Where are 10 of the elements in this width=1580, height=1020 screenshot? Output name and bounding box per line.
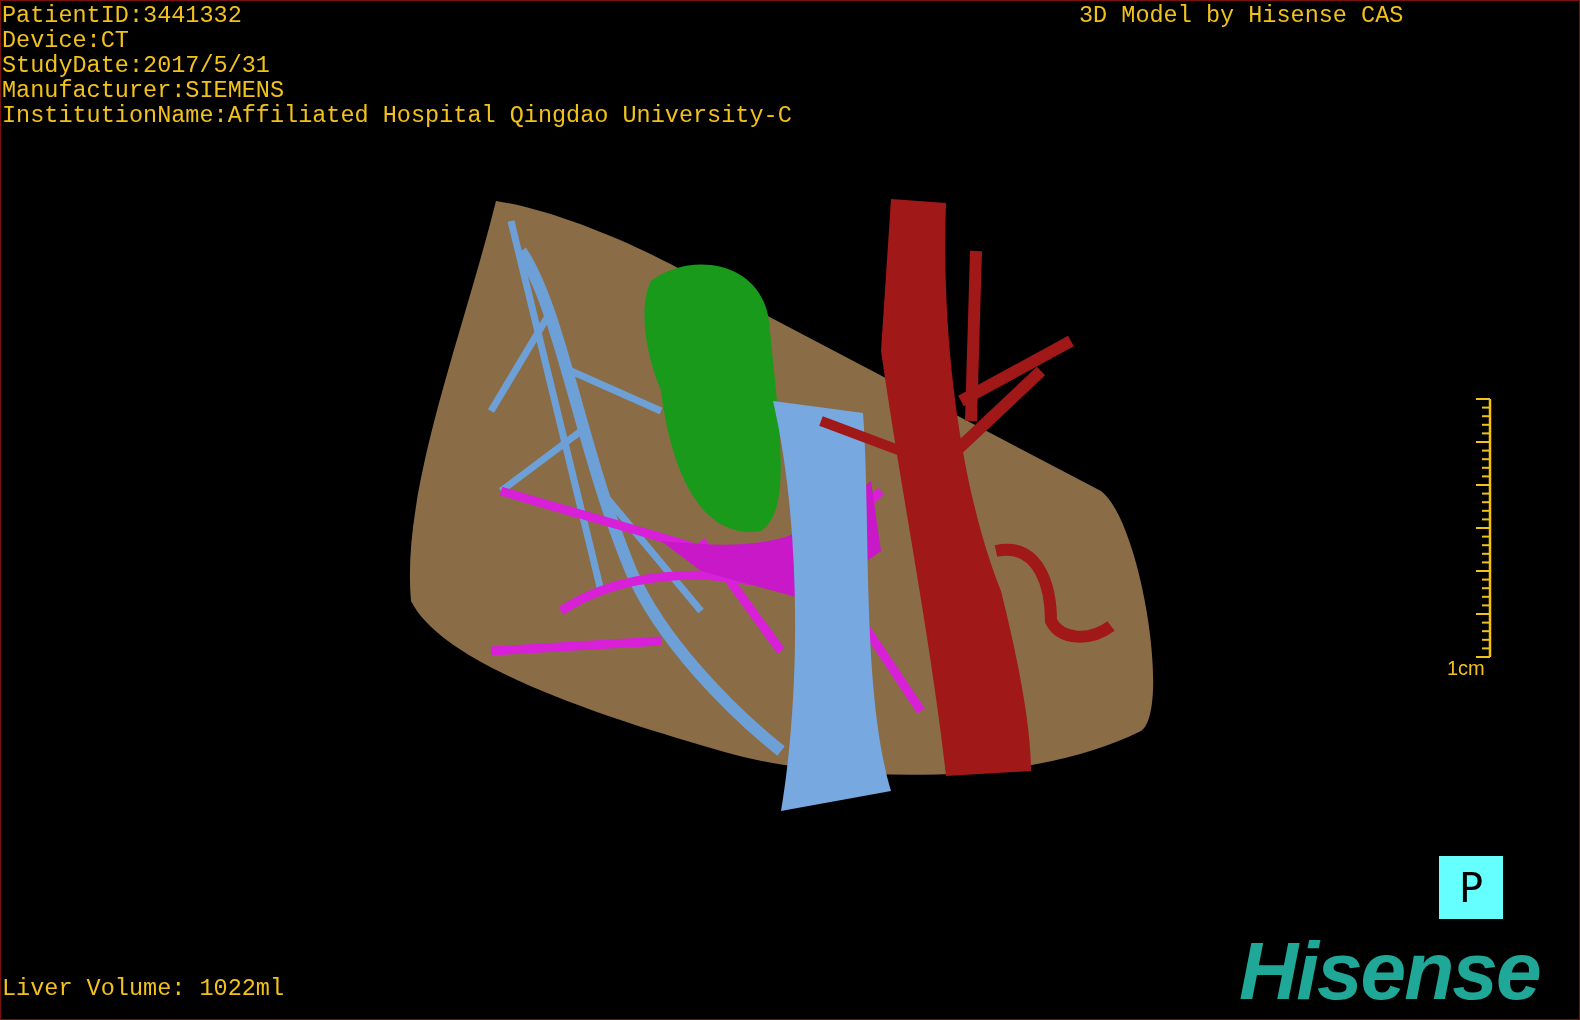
patient-info-line: InstitutionName:Affiliated Hospital Qingdao University-C (2, 103, 792, 128)
liver-volume: Liver Volume: 1022ml (2, 976, 285, 1001)
patient-info-line: StudyDate:2017/5/31 (2, 53, 271, 78)
patient-info-line: PatientID:3441332 (2, 3, 243, 28)
model-credit: 3D Model by Hisense CAS (1079, 3, 1404, 28)
patient-info-line: Manufacturer:SIEMENS (2, 78, 286, 103)
orientation-marker: P (1439, 856, 1503, 919)
patient-info-line: Device:CT (2, 28, 130, 53)
scale-label: 1cm (1447, 656, 1485, 680)
logo: Hisense (1239, 926, 1540, 1016)
